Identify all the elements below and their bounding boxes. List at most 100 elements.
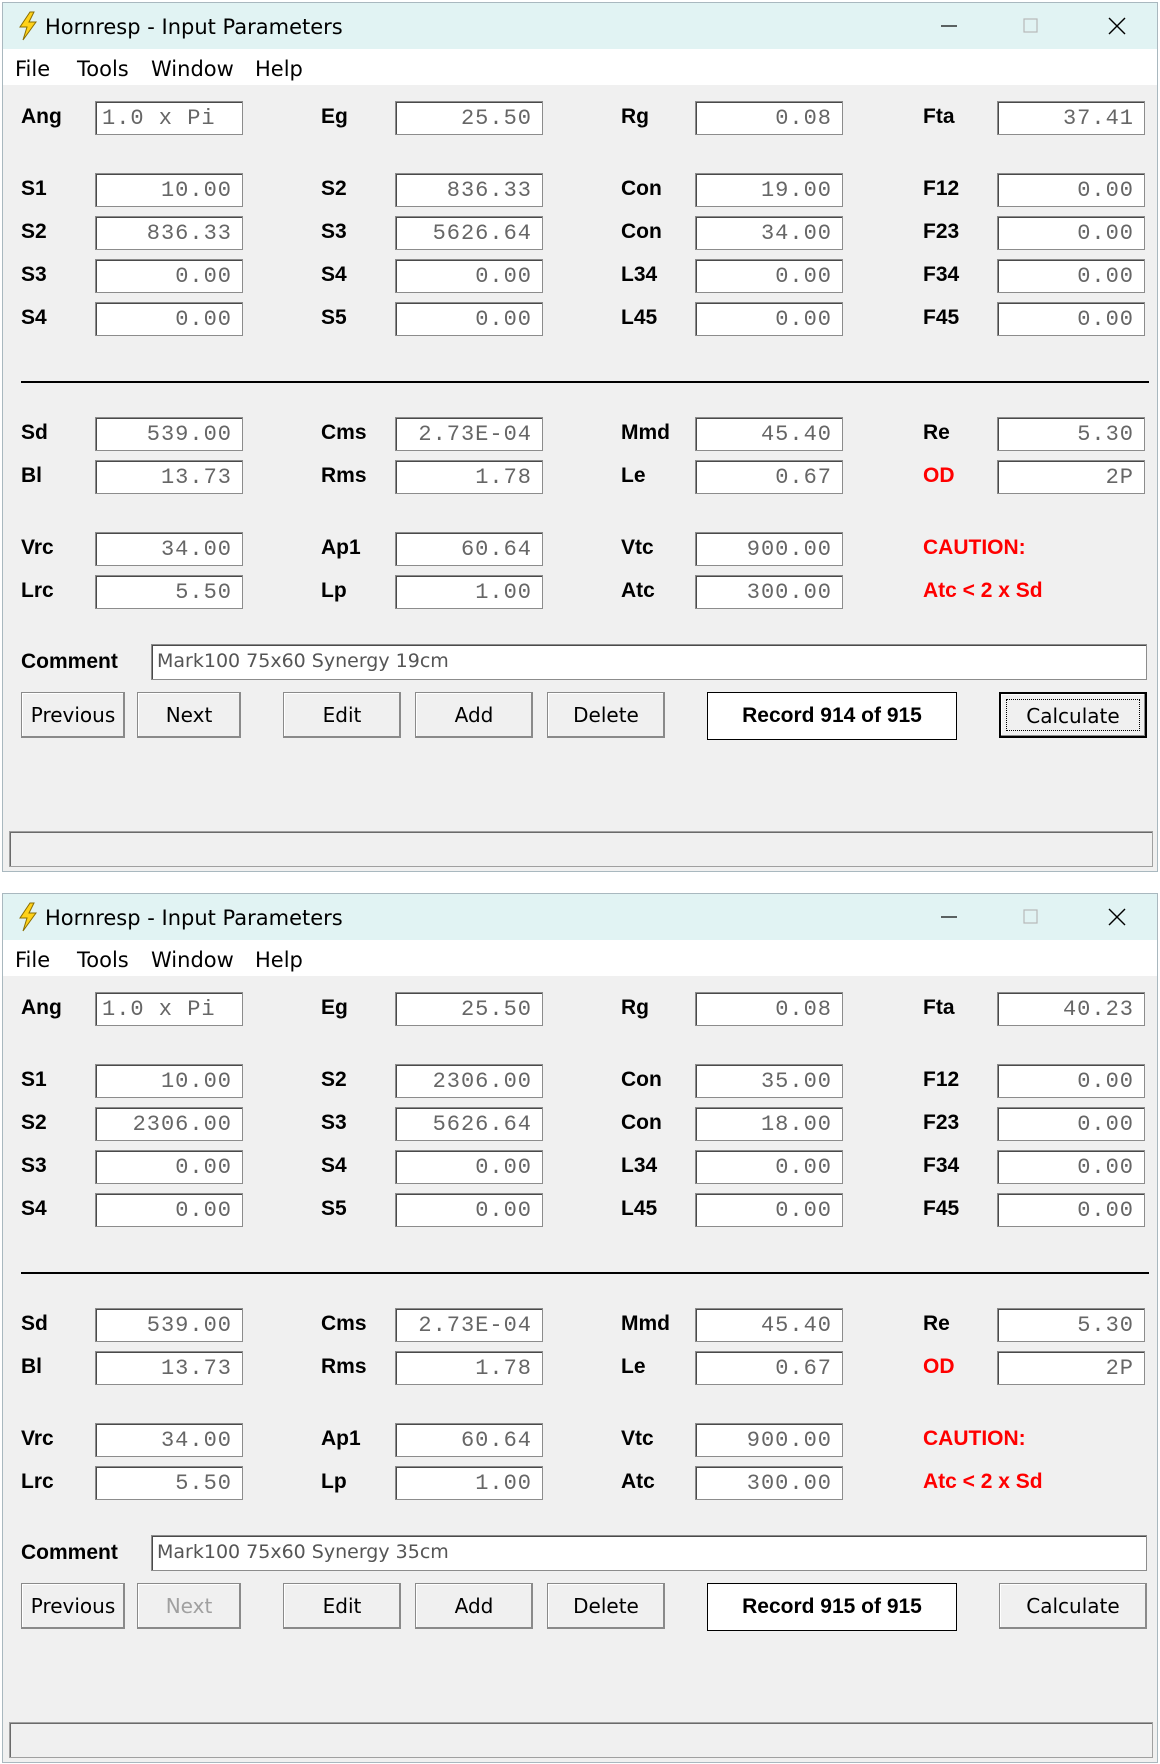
- field-chamber-0-2[interactable]: 900.00: [695, 532, 843, 566]
- field-rg[interactable]: 0.08: [695, 992, 843, 1026]
- field-chamber-1-2[interactable]: 300.00: [695, 575, 843, 609]
- field-driver-1-2[interactable]: 0.67: [695, 1351, 843, 1385]
- field-fta[interactable]: 37.41: [997, 101, 1145, 135]
- field-seg-0-3[interactable]: 0.00: [997, 173, 1145, 207]
- field-seg-3-3[interactable]: 0.00: [997, 302, 1145, 336]
- field-seg-0-3[interactable]: 0.00: [997, 1064, 1145, 1098]
- field-driver-1-3[interactable]: 2P: [997, 1351, 1145, 1385]
- field-seg-2-1[interactable]: 0.00: [395, 1150, 543, 1184]
- field-driver-1-0[interactable]: 13.73: [95, 460, 243, 494]
- field-seg-2-3[interactable]: 0.00: [997, 259, 1145, 293]
- calculate-button[interactable]: Calculate: [999, 692, 1147, 738]
- close-button[interactable]: [1087, 3, 1147, 49]
- add-button[interactable]: Add: [415, 692, 533, 738]
- field-driver-0-2[interactable]: 45.40: [695, 1308, 843, 1342]
- field-seg-0-0[interactable]: 10.00: [95, 173, 243, 207]
- next-button[interactable]: Next: [137, 692, 241, 738]
- field-seg-1-3[interactable]: 0.00: [997, 216, 1145, 250]
- field-driver-0-3[interactable]: 5.30: [997, 417, 1145, 451]
- maximize-button[interactable]: [1001, 894, 1061, 940]
- comment-field[interactable]: Mark100 75x60 Synergy 19cm: [151, 644, 1147, 680]
- field-driver-0-0[interactable]: 539.00: [95, 417, 243, 451]
- label-driver-0-2: Mmd: [621, 1312, 670, 1335]
- menu-help[interactable]: Help: [255, 948, 303, 972]
- comment-field[interactable]: Mark100 75x60 Synergy 35cm: [151, 1535, 1147, 1571]
- field-chamber-0-1[interactable]: 60.64: [395, 1423, 543, 1457]
- menu-help[interactable]: Help: [255, 57, 303, 81]
- field-chamber-1-0[interactable]: 5.50: [95, 1466, 243, 1500]
- field-driver-0-1[interactable]: 2.73E-04: [395, 1308, 543, 1342]
- field-seg-3-1[interactable]: 0.00: [395, 1193, 543, 1227]
- field-chamber-0-0[interactable]: 34.00: [95, 532, 243, 566]
- field-seg-3-1[interactable]: 0.00: [395, 302, 543, 336]
- add-button[interactable]: Add: [415, 1583, 533, 1629]
- field-eg[interactable]: 25.50: [395, 992, 543, 1026]
- close-button[interactable]: [1087, 894, 1147, 940]
- edit-button[interactable]: Edit: [283, 1583, 401, 1629]
- field-ang[interactable]: 1.0 x Pi: [95, 101, 243, 135]
- next-button[interactable]: Next: [137, 1583, 241, 1629]
- field-seg-1-0[interactable]: 836.33: [95, 216, 243, 250]
- field-seg-0-2[interactable]: 35.00: [695, 1064, 843, 1098]
- field-seg-3-2[interactable]: 0.00: [695, 1193, 843, 1227]
- field-chamber-0-0[interactable]: 34.00: [95, 1423, 243, 1457]
- previous-button[interactable]: Previous: [21, 692, 125, 738]
- field-ang[interactable]: 1.0 x Pi: [95, 992, 243, 1026]
- field-seg-3-2[interactable]: 0.00: [695, 302, 843, 336]
- field-fta[interactable]: 40.23: [997, 992, 1145, 1026]
- field-chamber-0-2[interactable]: 900.00: [695, 1423, 843, 1457]
- field-seg-2-2[interactable]: 0.00: [695, 259, 843, 293]
- label-fta: Fta: [923, 996, 955, 1019]
- field-chamber-1-1[interactable]: 1.00: [395, 575, 543, 609]
- field-driver-0-0[interactable]: 539.00: [95, 1308, 243, 1342]
- menu-file[interactable]: File: [15, 57, 50, 81]
- field-chamber-0-1[interactable]: 60.64: [395, 532, 543, 566]
- label-seg-0-2: Con: [621, 177, 662, 200]
- field-seg-1-2[interactable]: 34.00: [695, 216, 843, 250]
- field-seg-2-0[interactable]: 0.00: [95, 259, 243, 293]
- field-seg-2-0[interactable]: 0.00: [95, 1150, 243, 1184]
- field-driver-0-2[interactable]: 45.40: [695, 417, 843, 451]
- field-seg-1-2[interactable]: 18.00: [695, 1107, 843, 1141]
- menu-file[interactable]: File: [15, 948, 50, 972]
- previous-button[interactable]: Previous: [21, 1583, 125, 1629]
- minimize-button[interactable]: [919, 894, 979, 940]
- field-seg-1-3[interactable]: 0.00: [997, 1107, 1145, 1141]
- field-driver-1-0[interactable]: 13.73: [95, 1351, 243, 1385]
- field-seg-1-1[interactable]: 5626.64: [395, 1107, 543, 1141]
- field-rg[interactable]: 0.08: [695, 101, 843, 135]
- field-seg-2-2[interactable]: 0.00: [695, 1150, 843, 1184]
- minimize-button[interactable]: [919, 3, 979, 49]
- field-chamber-1-0[interactable]: 5.50: [95, 575, 243, 609]
- field-seg-0-2[interactable]: 19.00: [695, 173, 843, 207]
- field-eg[interactable]: 25.50: [395, 101, 543, 135]
- field-seg-3-0[interactable]: 0.00: [95, 1193, 243, 1227]
- field-seg-0-1[interactable]: 2306.00: [395, 1064, 543, 1098]
- field-chamber-1-2[interactable]: 300.00: [695, 1466, 843, 1500]
- field-seg-3-3[interactable]: 0.00: [997, 1193, 1145, 1227]
- caution-text: Atc < 2 x Sd: [923, 1470, 1043, 1493]
- menu-window[interactable]: Window: [151, 948, 234, 972]
- menu-tools[interactable]: Tools: [77, 57, 129, 81]
- field-driver-1-3[interactable]: 2P: [997, 460, 1145, 494]
- field-driver-0-1[interactable]: 2.73E-04: [395, 417, 543, 451]
- field-driver-1-2[interactable]: 0.67: [695, 460, 843, 494]
- field-seg-2-3[interactable]: 0.00: [997, 1150, 1145, 1184]
- field-seg-2-1[interactable]: 0.00: [395, 259, 543, 293]
- field-chamber-1-1[interactable]: 1.00: [395, 1466, 543, 1500]
- edit-button[interactable]: Edit: [283, 692, 401, 738]
- field-seg-0-1[interactable]: 836.33: [395, 173, 543, 207]
- delete-button[interactable]: Delete: [547, 1583, 665, 1629]
- menu-tools[interactable]: Tools: [77, 948, 129, 972]
- field-driver-1-1[interactable]: 1.78: [395, 460, 543, 494]
- field-driver-1-1[interactable]: 1.78: [395, 1351, 543, 1385]
- menu-window[interactable]: Window: [151, 57, 234, 81]
- field-seg-3-0[interactable]: 0.00: [95, 302, 243, 336]
- field-seg-1-0[interactable]: 2306.00: [95, 1107, 243, 1141]
- delete-button[interactable]: Delete: [547, 692, 665, 738]
- field-seg-0-0[interactable]: 10.00: [95, 1064, 243, 1098]
- field-driver-0-3[interactable]: 5.30: [997, 1308, 1145, 1342]
- calculate-button[interactable]: Calculate: [999, 1583, 1147, 1629]
- field-seg-1-1[interactable]: 5626.64: [395, 216, 543, 250]
- maximize-button[interactable]: [1001, 3, 1061, 49]
